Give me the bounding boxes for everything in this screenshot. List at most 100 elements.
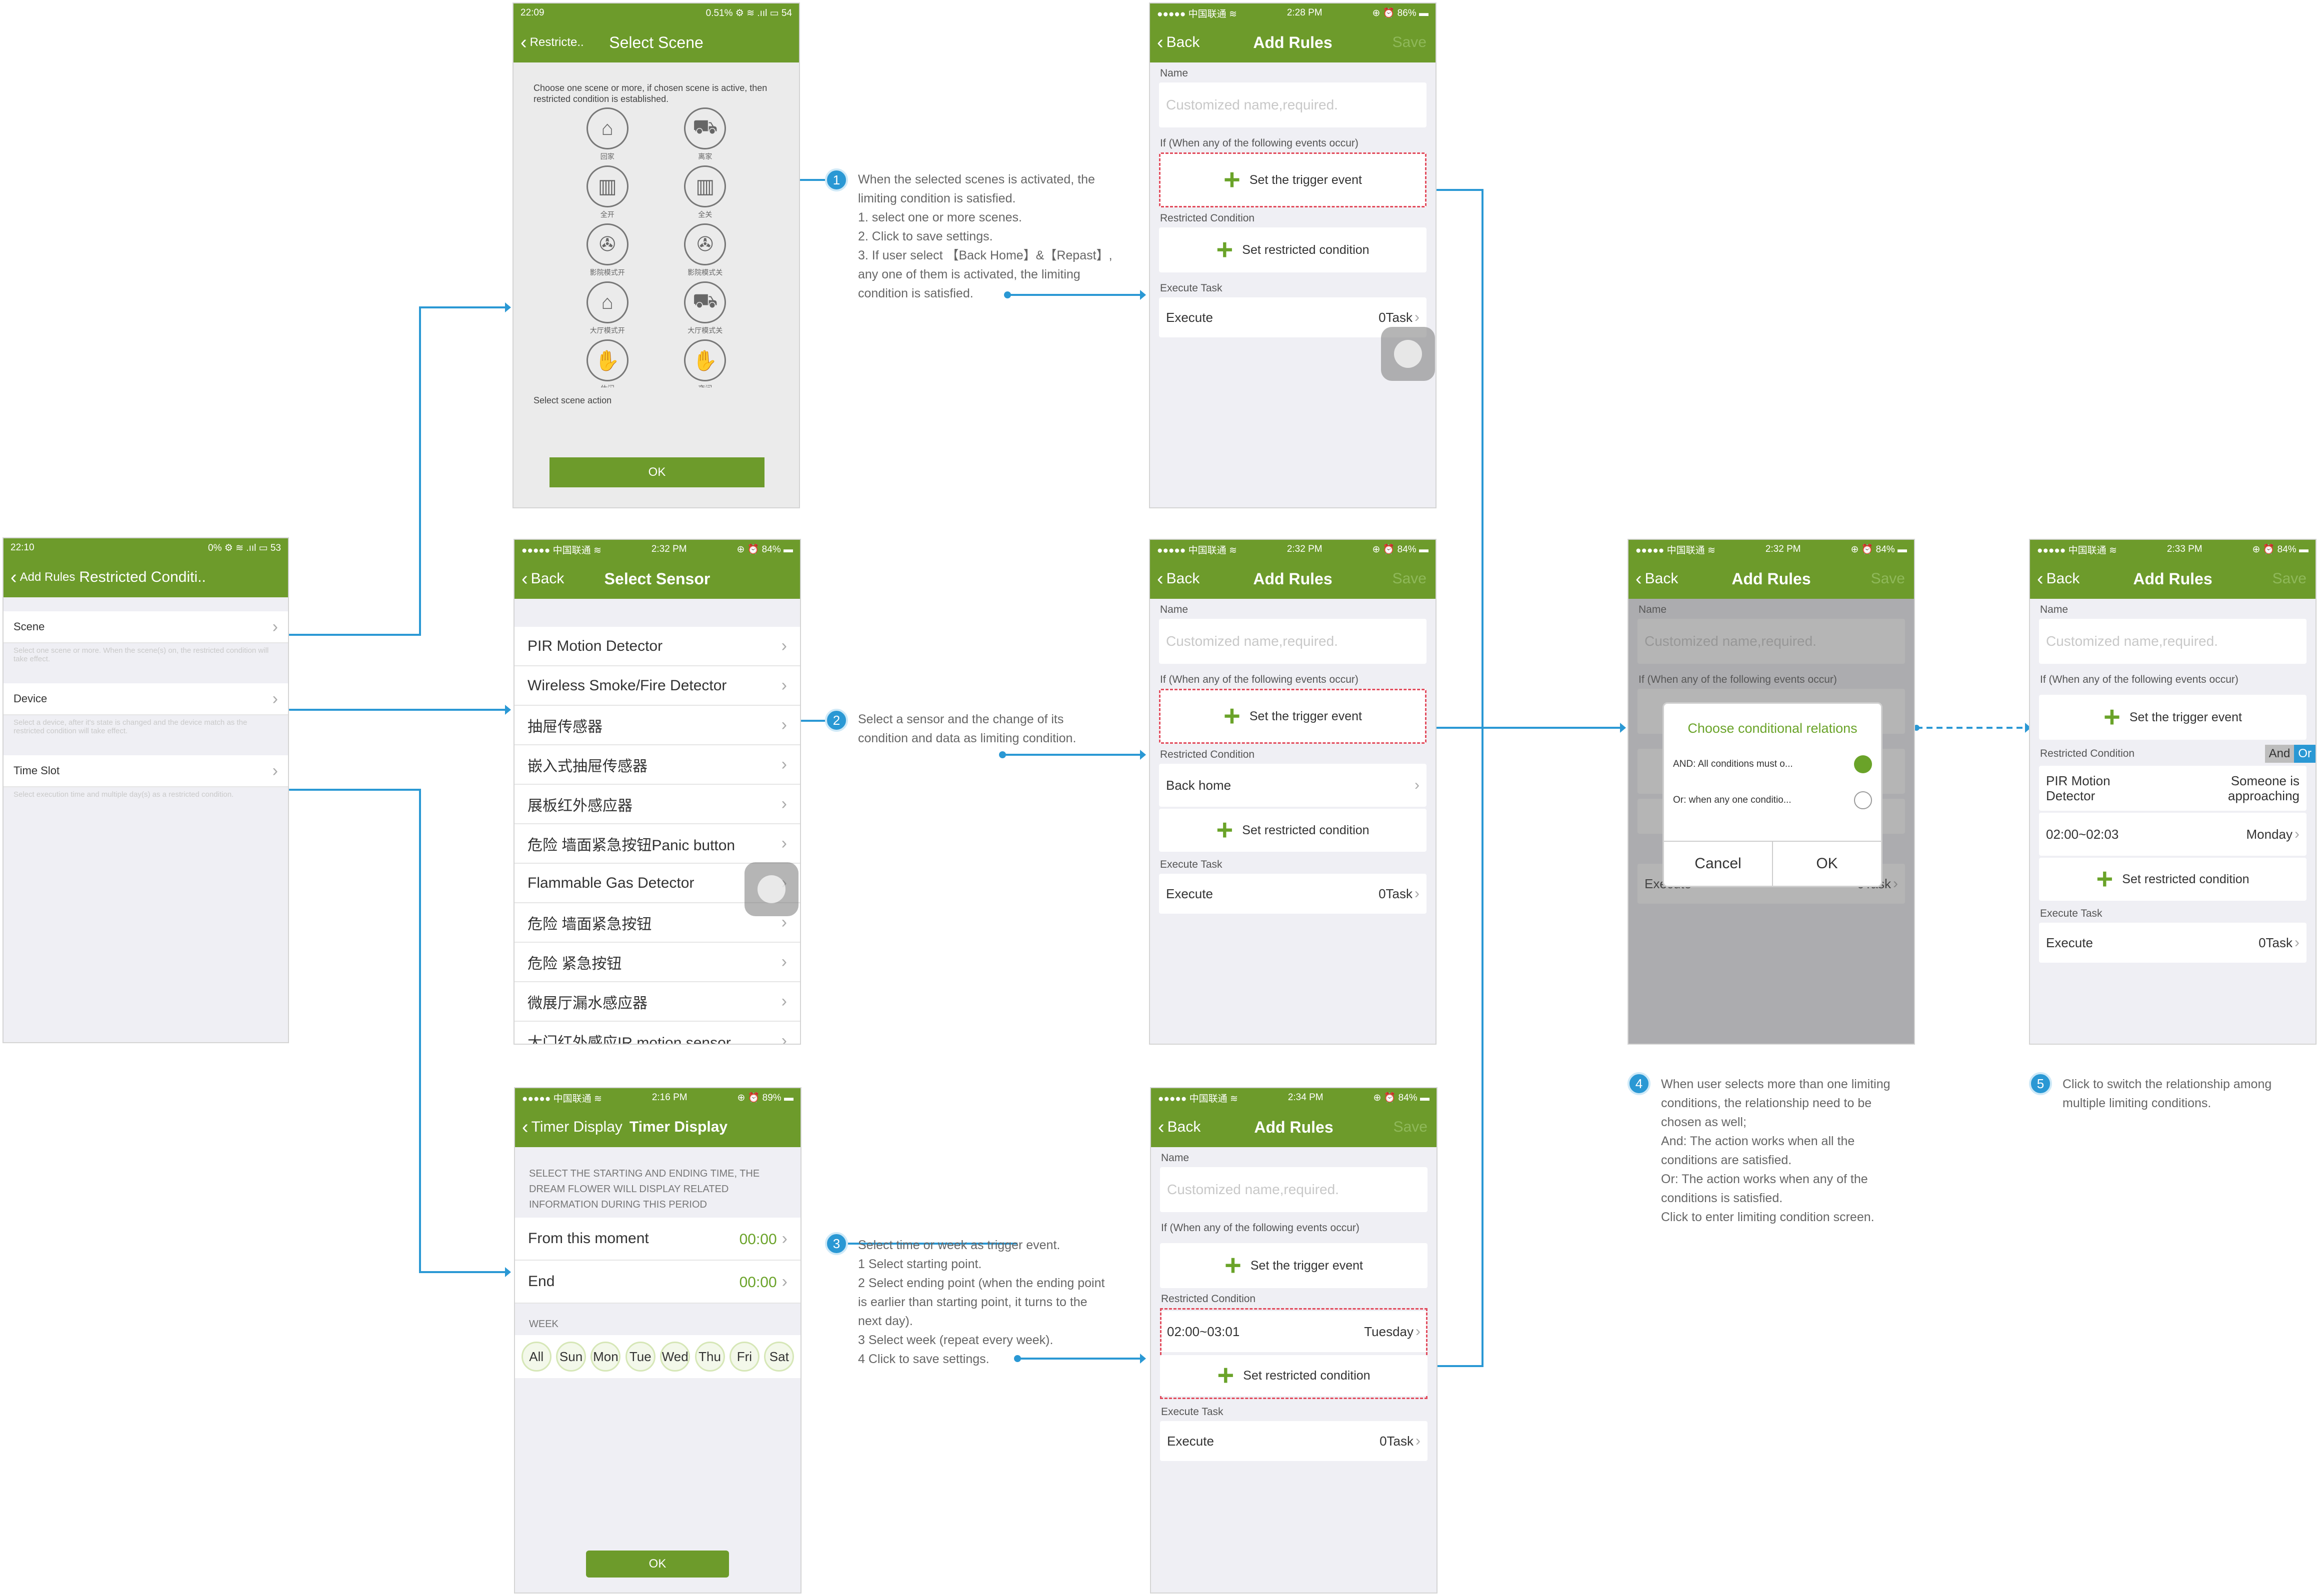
execute-task-label: Execute Task <box>1161 1406 1224 1418</box>
from-time-row[interactable]: From this moment 00:00 › <box>515 1218 800 1261</box>
list-item[interactable]: 微展厅漏水感应器 › <box>514 982 800 1022</box>
name-label: Name <box>2040 604 2068 615</box>
scene-item[interactable]: ⌂ 回家 <box>558 107 656 161</box>
condition-row-pir[interactable]: PIR Motion Detector Someone is approachin… <box>2039 766 2306 811</box>
name-label: Name <box>1161 1152 1190 1164</box>
day-fri[interactable]: Fri <box>729 1342 760 1372</box>
condition-row-time[interactable]: 02:00~02:03 Monday › <box>2039 813 2306 856</box>
back-button[interactable]: ‹ Back <box>1157 569 1200 588</box>
time-slot-row[interactable]: Time Slot › <box>4 755 288 787</box>
scene-item[interactable]: ✋夜间 <box>656 339 754 387</box>
handshake-icon: ✋ <box>684 339 726 381</box>
back-button[interactable]: ‹ Add Rules <box>10 568 75 587</box>
end-time-row[interactable]: End 00:00 › <box>515 1261 800 1304</box>
nav-bar: ‹ Restricte.. Select Scene <box>514 22 799 62</box>
chevron-left-icon: ‹ <box>1636 568 1642 589</box>
back-button[interactable]: ‹ Back <box>1636 569 1678 588</box>
rule-name-input[interactable]: Customized name,required. <box>2039 619 2306 664</box>
set-restricted-condition-button[interactable]: + Set restricted condition <box>2039 858 2306 901</box>
condition-row-back-home[interactable]: Back home › <box>1159 764 1426 807</box>
scene-row[interactable]: Scene › <box>4 611 288 643</box>
set-restricted-condition-button[interactable]: + Set restricted condition <box>1159 227 1426 272</box>
scene-item[interactable]: ⌂ 大厅模式开 <box>558 281 656 335</box>
day-all[interactable]: All <box>521 1342 552 1372</box>
list-item[interactable]: 嵌入式抽屉传感器 › <box>514 745 800 785</box>
scene-item[interactable]: ✋休闲 <box>558 339 656 387</box>
rule-name-input[interactable]: Customized name,required. <box>1160 1167 1428 1212</box>
add-rules-screen-3: ●●●●● 中国联通 ≋ 2:34 PM ⊕ ⏰ 84% ▬ ‹ Back Add R… <box>1150 1087 1438 1594</box>
assistive-touch-icon[interactable] <box>1381 327 1435 381</box>
back-button[interactable]: ‹ Back <box>1158 1118 1200 1137</box>
back-button[interactable]: ‹ Back <box>1157 33 1200 52</box>
plus-icon: + <box>2103 701 2120 733</box>
execute-task-label: Execute Task <box>2040 908 2102 919</box>
scene-item[interactable]: ✇ 影院模式开 <box>558 223 656 277</box>
if-label: If (When any of the following events occ… <box>1160 674 1358 685</box>
condition-row-time[interactable]: 02:00~03:01 Tuesday › <box>1160 1311 1428 1352</box>
list-item[interactable]: PIR Motion Detector › <box>514 627 800 666</box>
day-wed[interactable]: Wed <box>660 1342 690 1372</box>
scene-item[interactable]: ⛟ 大厅模式关 <box>656 281 754 335</box>
set-trigger-event-button[interactable]: + Set the trigger event <box>2039 695 2306 740</box>
day-mon[interactable]: Mon <box>590 1342 621 1372</box>
execute-row[interactable]: Execute0Task› <box>2039 923 2306 963</box>
back-button[interactable]: ‹ Back <box>2037 569 2080 588</box>
list-item[interactable]: 危险 紧急按钮 › <box>514 943 800 982</box>
day-tue[interactable]: Tue <box>625 1342 656 1372</box>
back-button[interactable]: ‹ Back <box>522 569 564 588</box>
list-item[interactable]: 大门红外感应IR motion sensor › <box>514 1022 800 1044</box>
option-or[interactable]: Or: when any one conditio... <box>1664 782 1881 818</box>
rule-name-input[interactable]: Customized name,required. <box>1159 82 1426 127</box>
list-item[interactable]: 抽屉传感器 › <box>514 706 800 745</box>
execute-row[interactable]: Execute0Task› <box>1160 1421 1428 1461</box>
step-badge-3: 3 <box>825 1232 848 1255</box>
chevron-right-icon: › <box>1414 885 1420 902</box>
rule-name-input[interactable]: Customized name,required. <box>1159 619 1426 664</box>
cancel-button[interactable]: Cancel <box>1664 842 1773 886</box>
list-item[interactable]: 展板红外感应器 › <box>514 785 800 824</box>
list-item[interactable]: Wireless Smoke/Fire Detector › <box>514 666 800 706</box>
scene-description: Select one scene or more. When the scene… <box>14 646 269 663</box>
status-bar: ●●●●● 中国联通 ≋ 2:34 PM ⊕ ⏰ 84% ▬ <box>1151 1088 1436 1107</box>
status-bar: 22:09 0.51% ⚙ ≋ .ııl ▭ 54 <box>514 3 799 22</box>
back-button[interactable]: ‹ Restricte.. <box>520 33 584 52</box>
scene-grid: ⌂ 回家 ⛟ 离家 ▥ 全开 ▥ 全关 ✇ 影院模式开 ✇ 影院模式关 ⌂ 大厅模式开 ⛟ 大厅… <box>514 107 799 387</box>
set-trigger-event-button[interactable]: + Set the trigger event <box>1159 689 1426 744</box>
day-sat[interactable]: Sat <box>764 1342 794 1372</box>
day-thu[interactable]: Thu <box>694 1342 725 1372</box>
scene-item[interactable]: ✇ 影院模式关 <box>656 223 754 277</box>
ok-button[interactable]: OK <box>550 457 764 487</box>
save-button[interactable]: Save <box>2272 570 2306 587</box>
chevron-right-icon: › <box>781 834 787 853</box>
plus-icon: + <box>1217 1359 1234 1392</box>
set-restricted-condition-button[interactable]: + Set restricted condition <box>1159 809 1426 852</box>
toggle-and[interactable]: And <box>2264 745 2294 763</box>
chevron-right-icon: › <box>2294 934 2300 951</box>
back-button[interactable]: ‹ Timer Display <box>522 1118 622 1137</box>
save-button[interactable]: Save <box>1394 1119 1428 1136</box>
save-button[interactable]: Save <box>1392 570 1426 587</box>
assistive-touch-icon[interactable] <box>744 862 798 916</box>
save-button[interactable]: Save <box>1871 570 1905 587</box>
week-selector: All Sun Mon Tue Wed Thu Fri Sat <box>515 1335 800 1378</box>
ok-button[interactable]: OK <box>586 1551 729 1578</box>
set-trigger-event-button[interactable]: + Set the trigger event <box>1160 1243 1428 1288</box>
option-and[interactable]: AND: All conditions must o... <box>1664 746 1881 782</box>
note-4: When user selects more than one limiting… <box>1661 1077 1890 1224</box>
scene-item[interactable]: ⛟ 离家 <box>656 107 754 161</box>
ok-button[interactable]: OK <box>1773 842 1881 886</box>
set-restricted-condition-button[interactable]: + Set restricted condition <box>1160 1355 1428 1396</box>
save-button[interactable]: Save <box>1392 34 1426 51</box>
scene-item[interactable]: ▥ 全关 <box>656 165 754 219</box>
chevron-right-icon: › <box>1414 777 1420 793</box>
device-row[interactable]: Device › <box>4 683 288 715</box>
chevron-right-icon: › <box>781 755 787 774</box>
scene-item[interactable]: ▥ 全开 <box>558 165 656 219</box>
execute-row[interactable]: Execute0Task› <box>1159 874 1426 914</box>
toggle-or[interactable]: Or <box>2294 745 2316 763</box>
set-trigger-event-button[interactable]: + Set the trigger event <box>1159 152 1426 207</box>
relation-toggle[interactable]: And Or <box>2264 745 2316 763</box>
list-item[interactable]: 危险 墙面紧急按钮Panic button › <box>514 824 800 864</box>
curtain-open-icon: ▥ <box>586 165 628 207</box>
day-sun[interactable]: Sun <box>556 1342 586 1372</box>
